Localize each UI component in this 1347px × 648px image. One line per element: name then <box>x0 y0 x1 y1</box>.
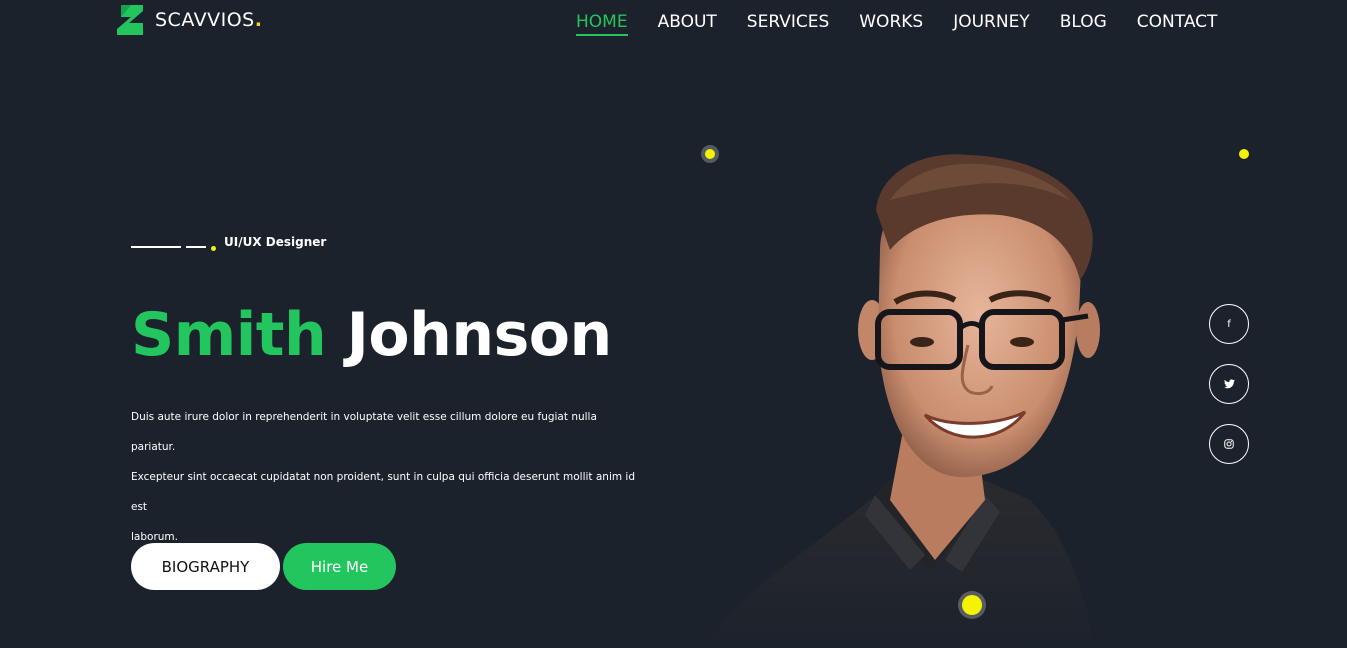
nav-home[interactable]: HOME <box>576 12 628 36</box>
hero-last-name: Johnson <box>346 300 613 370</box>
decor-dot-bottom <box>962 595 982 615</box>
nav-services[interactable]: SERVICES <box>747 12 829 36</box>
biography-button[interactable]: BIOGRAPHY <box>131 543 280 590</box>
hero-subtitle-row: UI/UX Designer <box>131 233 326 251</box>
nav-journey[interactable]: JOURNEY <box>953 12 1030 36</box>
hero-description: Duis aute irure dolor in reprehenderit i… <box>131 402 641 552</box>
decor-dot <box>211 246 216 251</box>
nav-works[interactable]: WORKS <box>859 12 923 36</box>
nav-about[interactable]: ABOUT <box>658 12 717 36</box>
nav-contact[interactable]: CONTACT <box>1137 12 1218 36</box>
page: SCAVVIOS. HOME ABOUT SERVICES WORKS JOUR… <box>0 0 1347 648</box>
description-line: Duis aute irure dolor in reprehenderit i… <box>131 411 597 453</box>
description-line: Excepteur sint occaecat cupidatat non pr… <box>131 471 636 513</box>
site-header: SCAVVIOS. HOME ABOUT SERVICES WORKS JOUR… <box>0 0 1347 46</box>
twitter-icon[interactable] <box>1209 364 1249 404</box>
hero-subtitle: UI/UX Designer <box>224 235 327 249</box>
hero-first-name: Smith <box>131 300 327 370</box>
profile-portrait <box>705 154 1100 648</box>
brand-name: SCAVVIOS. <box>155 9 263 31</box>
nav-blog[interactable]: BLOG <box>1060 12 1107 36</box>
instagram-glyph-icon <box>1224 439 1234 449</box>
main-nav: HOME ABOUT SERVICES WORKS JOURNEY BLOG C… <box>576 12 1247 36</box>
facebook-icon[interactable]: f <box>1209 304 1249 344</box>
decor-line-short <box>186 245 206 248</box>
brand-dot: . <box>254 9 263 31</box>
decor-dot-top-right <box>1239 149 1249 159</box>
twitter-bird-icon <box>1223 379 1235 389</box>
instagram-icon[interactable] <box>1209 424 1249 464</box>
decor-line <box>131 245 181 248</box>
decor-dot-top-left <box>705 149 715 159</box>
hero-name: Smith Johnson <box>131 300 612 370</box>
hire-me-button[interactable]: Hire Me <box>283 543 396 590</box>
logo[interactable]: SCAVVIOS. <box>117 5 262 35</box>
logo-icon <box>117 5 143 35</box>
